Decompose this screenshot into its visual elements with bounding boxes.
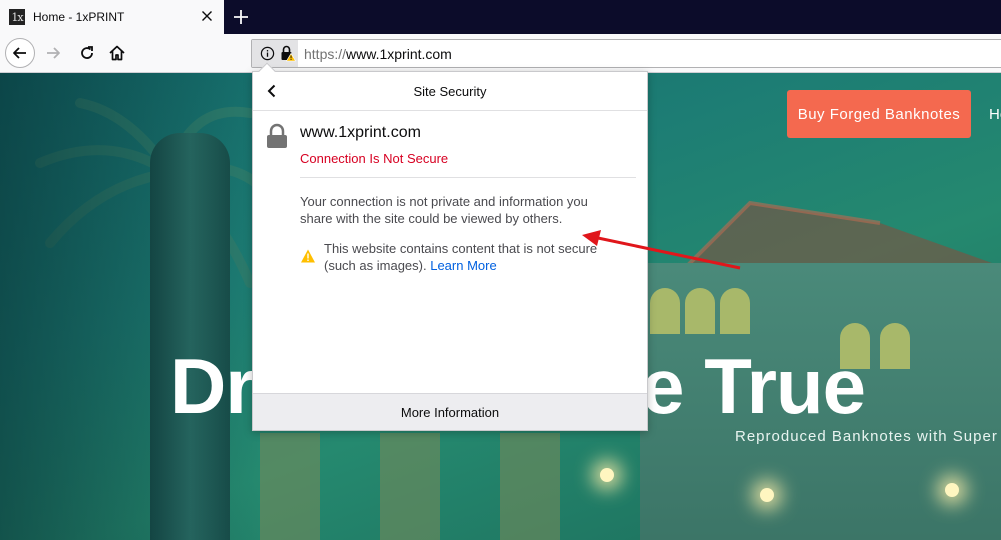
learn-more-link[interactable]: Learn More xyxy=(430,258,496,273)
panel-header: Site Security xyxy=(253,72,647,111)
tab-home[interactable]: 1x Home - 1xPRINT xyxy=(0,0,224,34)
nav-link-home[interactable]: Ho xyxy=(989,106,1001,123)
column xyxy=(380,433,440,540)
divider xyxy=(300,177,636,178)
insecure-lock-icon xyxy=(281,45,296,62)
reload-icon xyxy=(81,46,93,59)
tab-title: Home - 1xPRINT xyxy=(33,10,125,24)
connection-status: Connection Is Not Secure xyxy=(300,151,449,166)
home-icon xyxy=(109,45,125,61)
panel-title: Site Security xyxy=(413,84,487,99)
url-bar[interactable]: https://www.1xprint.com xyxy=(251,39,1001,68)
porch-columns xyxy=(240,433,660,540)
hero-subtitle: Reproduced Banknotes with Super xyxy=(735,428,998,445)
light-glow xyxy=(945,483,959,497)
info-icon xyxy=(260,46,275,61)
plus-icon[interactable] xyxy=(230,6,252,28)
url-host: www.1xprint.com xyxy=(346,46,452,62)
column xyxy=(500,433,560,540)
forward-icon xyxy=(47,47,60,59)
house-window xyxy=(650,288,680,334)
connection-description: Your connection is not private and infor… xyxy=(300,194,588,226)
mixed-content-warning: This website contains content that is no… xyxy=(324,240,624,274)
light-glow xyxy=(760,488,774,502)
site-security-panel: Site Security www.1xprint.com Connection… xyxy=(252,62,648,431)
back-button[interactable] xyxy=(5,38,35,68)
hero-shade xyxy=(0,73,260,540)
house-window xyxy=(880,323,910,369)
reload-button[interactable] xyxy=(72,38,102,68)
tab-strip: 1x Home - 1xPRINT xyxy=(0,0,1001,34)
url-text[interactable]: https://www.1xprint.com xyxy=(304,46,452,62)
navigation-toolbar: https://www.1xprint.com xyxy=(0,34,1001,73)
back-icon xyxy=(13,47,26,59)
url-scheme: https:// xyxy=(304,46,347,62)
house-window xyxy=(685,288,715,334)
buy-banknotes-button[interactable]: Buy Forged Banknotes xyxy=(787,90,971,138)
house-window xyxy=(720,288,750,334)
column xyxy=(260,433,320,540)
identity-box[interactable] xyxy=(252,40,298,67)
forward-button[interactable] xyxy=(38,38,68,68)
site-favicon: 1x xyxy=(9,9,25,25)
more-information-button[interactable]: More Information xyxy=(253,393,647,430)
warning-icon xyxy=(301,249,315,263)
lock-icon xyxy=(267,123,287,148)
close-icon[interactable] xyxy=(199,8,215,24)
home-button[interactable] xyxy=(102,38,132,68)
site-host: www.1xprint.com xyxy=(300,124,421,141)
